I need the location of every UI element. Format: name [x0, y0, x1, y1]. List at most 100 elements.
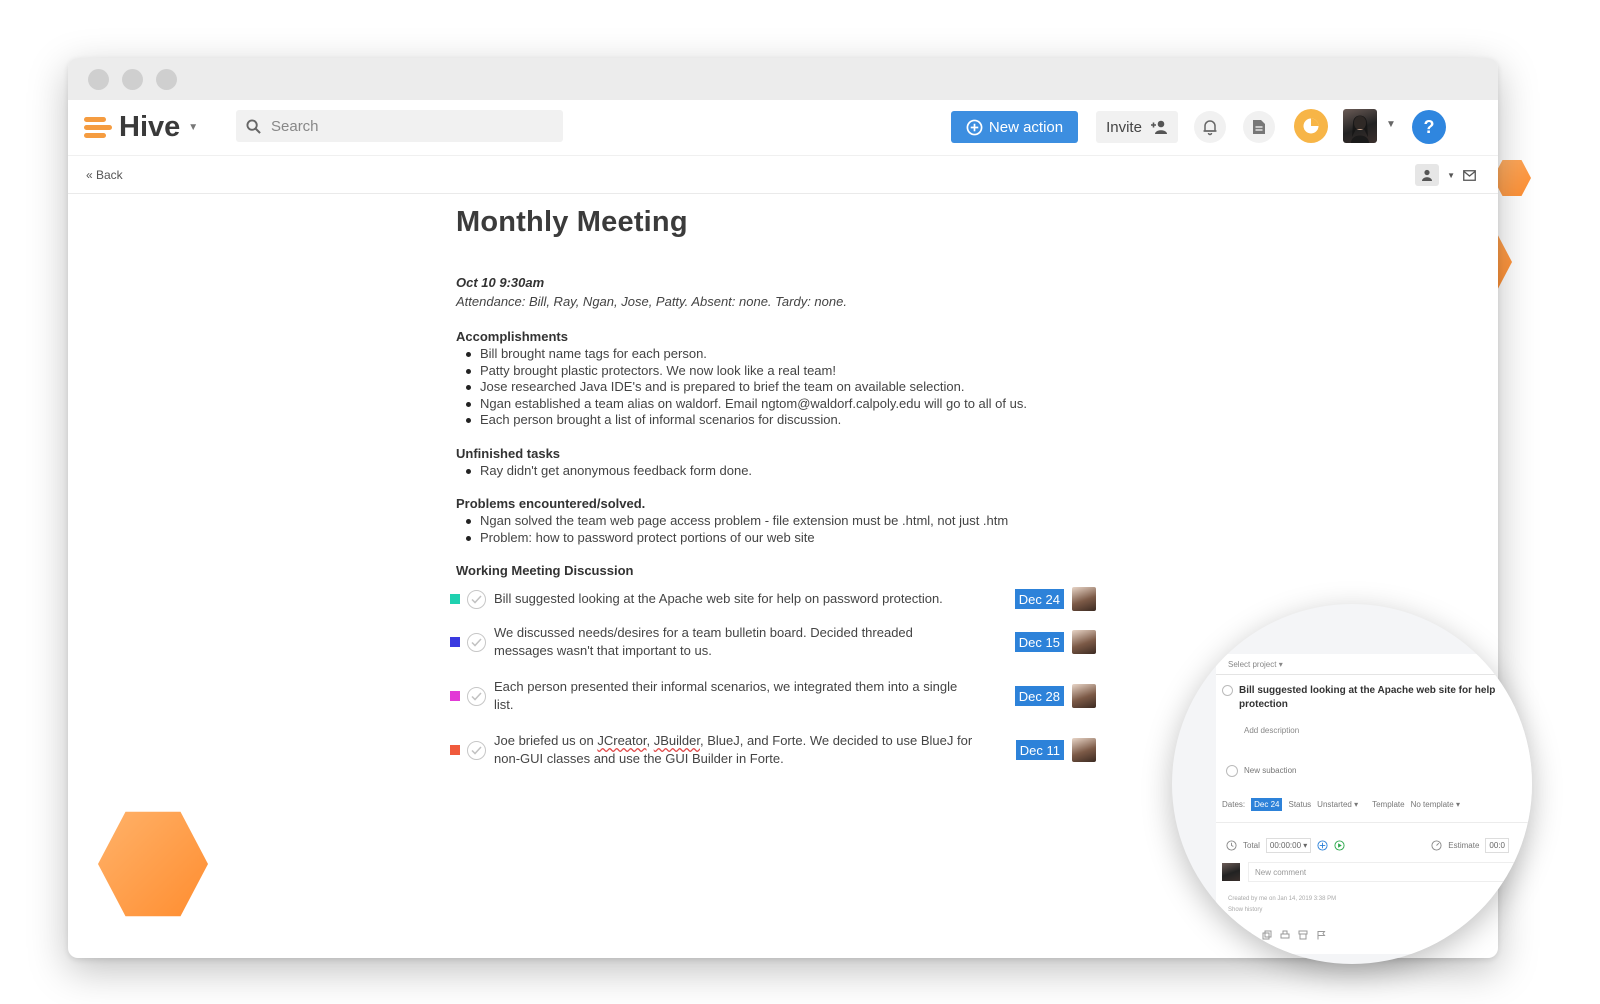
- status-value: Unstarted: [1317, 800, 1352, 809]
- subaction-checkbox: [1226, 765, 1238, 777]
- help-button[interactable]: ?: [1412, 110, 1446, 144]
- complete-checkbox[interactable]: [467, 740, 486, 760]
- chevron-down-icon[interactable]: ▼: [1386, 119, 1396, 130]
- due-date-badge[interactable]: Dec 24: [1014, 589, 1064, 609]
- total-time-value: 00:00:00: [1269, 841, 1302, 850]
- estimate-label: Estimate: [1448, 841, 1480, 850]
- window-close-dot[interactable]: [88, 68, 109, 90]
- new-action-button[interactable]: New action: [951, 111, 1078, 143]
- assignee-avatar[interactable]: [1072, 684, 1096, 708]
- screenshot-stage: Hive ▼ Search New action Invite ▼ ? « Ba…: [0, 0, 1600, 1004]
- action-text-part: ,: [646, 733, 654, 748]
- template-value: No template: [1410, 800, 1454, 809]
- show-history-link[interactable]: Show history: [1228, 907, 1262, 913]
- search-input[interactable]: Search: [236, 110, 563, 142]
- template-dropdown[interactable]: No template ▾: [1411, 800, 1460, 809]
- hive-logo[interactable]: Hive ▼: [84, 111, 234, 144]
- window-zoom-dot[interactable]: [156, 68, 177, 90]
- complete-checkbox[interactable]: [1222, 685, 1233, 696]
- checkmark-icon: [471, 691, 482, 701]
- time-tracking-row: Total 00:00:00 ▾ Estimate 00:0: [1226, 838, 1509, 853]
- action-item-title[interactable]: Joe briefed us on JCreator, JBuilder, Bl…: [494, 732, 974, 768]
- new-comment-input[interactable]: New comment: [1248, 862, 1522, 882]
- action-item[interactable]: We discussed needs/desires for a team bu…: [450, 621, 1096, 663]
- new-subaction-row[interactable]: New subaction: [1226, 764, 1296, 777]
- copy-icon[interactable]: [1262, 930, 1272, 940]
- share-user-button[interactable]: [1415, 164, 1440, 186]
- top-navigation-bar: Hive ▼ Search New action Invite ▼ ?: [68, 100, 1498, 156]
- archive-icon[interactable]: [1298, 930, 1308, 940]
- note-toolbar-right: ▼: [1415, 164, 1476, 186]
- select-project-dropdown[interactable]: Select project ▾: [1228, 660, 1283, 669]
- total-label: Total: [1243, 841, 1260, 850]
- complete-checkbox[interactable]: [467, 686, 486, 706]
- complete-checkbox[interactable]: [467, 632, 486, 652]
- timesheet-button[interactable]: [1294, 109, 1328, 143]
- due-date-badge[interactable]: Dec 28: [1014, 686, 1064, 706]
- meeting-note-content: Monthly Meeting Oct 10 9:30am Attendance…: [450, 206, 1096, 771]
- estimate-icon: [1431, 840, 1442, 851]
- notes-button[interactable]: [1243, 111, 1275, 143]
- pie-chart-icon: [1303, 118, 1319, 134]
- add-time-icon[interactable]: [1317, 840, 1328, 851]
- invite-button[interactable]: Invite: [1096, 111, 1178, 143]
- back-link[interactable]: « Back: [86, 168, 123, 182]
- flag-icon[interactable]: [1316, 930, 1326, 940]
- start-timer-icon[interactable]: [1334, 840, 1345, 851]
- app-name: Hive: [119, 111, 181, 143]
- meeting-date: Oct 10 9:30am: [456, 275, 545, 290]
- checkmark-icon: [471, 594, 482, 604]
- due-date-badge[interactable]: Dec 11: [1015, 740, 1064, 760]
- action-item-title[interactable]: We discussed needs/desires for a team bu…: [494, 624, 974, 660]
- hive-logo-icon: [84, 117, 112, 138]
- complete-checkbox[interactable]: [467, 589, 486, 609]
- user-avatar[interactable]: [1343, 109, 1377, 143]
- project-color-swatch: [450, 691, 460, 701]
- action-item-title[interactable]: Bill suggested looking at the Apache web…: [494, 590, 974, 608]
- bell-icon: [1203, 120, 1217, 136]
- window-titlebar: [68, 58, 1498, 100]
- window-minimize-dot[interactable]: [122, 68, 143, 90]
- action-item[interactable]: Bill suggested looking at the Apache web…: [450, 585, 1096, 613]
- due-date-badge[interactable]: Dec 15: [1014, 632, 1064, 652]
- total-time-field[interactable]: 00:00:00 ▾: [1265, 838, 1312, 853]
- dates-value[interactable]: Dec 24: [1251, 798, 1283, 811]
- action-item[interactable]: Each person presented their informal sce…: [450, 675, 1096, 717]
- invite-label: Invite: [1106, 118, 1142, 136]
- misspelled-word: JCreator: [597, 733, 647, 748]
- assignee-avatar[interactable]: [1072, 630, 1096, 654]
- clock-icon: [1226, 840, 1237, 851]
- assignee-avatar[interactable]: [1072, 738, 1096, 762]
- chevron-down-icon[interactable]: ▼: [188, 122, 198, 133]
- divider: [1216, 674, 1532, 675]
- meeting-attendance: Attendance: Bill, Ray, Ngan, Jose, Patty…: [456, 294, 847, 309]
- action-item-title[interactable]: Each person presented their informal sce…: [494, 678, 974, 714]
- print-icon[interactable]: [1280, 930, 1290, 940]
- action-item[interactable]: Joe briefed us on JCreator, JBuilder, Bl…: [450, 729, 1096, 771]
- list-item: Bill brought name tags for each person.: [456, 346, 1096, 363]
- add-description-field[interactable]: Add description: [1244, 726, 1299, 735]
- attach-icon[interactable]: [1244, 930, 1254, 940]
- template-label: Template: [1372, 800, 1405, 809]
- notifications-button[interactable]: [1194, 111, 1226, 143]
- misspelled-word: JBuilder: [653, 733, 700, 748]
- detail-task-title[interactable]: Bill suggested looking at the Apache web…: [1239, 684, 1522, 712]
- sub-toolbar: « Back ▼: [68, 156, 1498, 194]
- email-icon[interactable]: [1463, 169, 1476, 181]
- page-title[interactable]: Monthly Meeting: [456, 206, 1096, 239]
- new-subaction-label: New subaction: [1244, 766, 1297, 775]
- detail-fields-row: Dates: Dec 24 Status Unstarted ▾ Templat…: [1222, 798, 1460, 811]
- accomplishments-list: Bill brought name tags for each person. …: [456, 346, 1096, 429]
- project-color-swatch: [450, 745, 460, 755]
- assignee-avatar[interactable]: [1072, 587, 1096, 611]
- list-item: Ngan established a team alias on waldorf…: [456, 396, 1096, 413]
- checkmark-icon: [471, 745, 482, 755]
- section-heading: Working Meeting Discussion: [456, 563, 634, 578]
- search-icon: [246, 118, 261, 134]
- project-color-swatch: [450, 594, 460, 604]
- estimate-field[interactable]: 00:0: [1485, 838, 1509, 853]
- status-dropdown[interactable]: Unstarted ▾: [1317, 800, 1358, 809]
- plus-circle-icon: [966, 119, 983, 135]
- chevron-down-icon[interactable]: ▼: [1447, 171, 1455, 180]
- status-label: Status: [1288, 800, 1312, 809]
